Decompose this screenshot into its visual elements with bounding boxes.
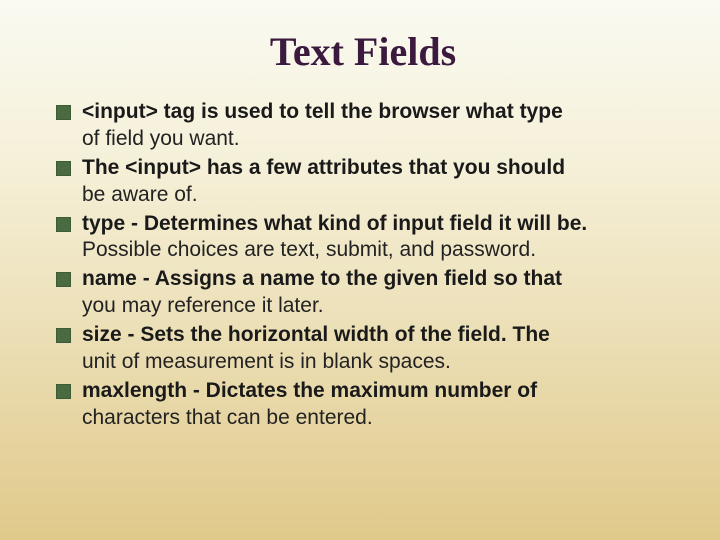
page-title: Text Fields <box>56 28 670 75</box>
bullet-lead: The <input> has a few attributes that yo… <box>82 156 565 179</box>
bullet-rest: be aware of. <box>82 182 670 209</box>
list-item: name - Assigns a name to the given field… <box>56 266 670 320</box>
list-item: <input> tag is used to tell the browser … <box>56 99 670 153</box>
bullet-lead: size - Sets the horizontal width of the … <box>82 323 550 346</box>
bullet-rest: you may reference it later. <box>82 293 670 320</box>
list-item: size - Sets the horizontal width of the … <box>56 322 670 376</box>
bullet-lead: maxlength - Dictates the maximum number … <box>82 379 537 402</box>
bullet-rest: Possible choices are text, submit, and p… <box>82 237 670 264</box>
slide: Text Fields <input> tag is used to tell … <box>0 0 720 540</box>
bullet-lead: name - Assigns a name to the given field… <box>82 267 562 290</box>
bullet-lead: type - Determines what kind of input fie… <box>82 212 587 235</box>
bullet-rest: unit of measurement is in blank spaces. <box>82 349 670 376</box>
bullet-lead: <input> tag is used to tell the browser … <box>82 100 563 123</box>
list-item: The <input> has a few attributes that yo… <box>56 155 670 209</box>
list-item: type - Determines what kind of input fie… <box>56 211 670 265</box>
bullet-rest: of field you want. <box>82 126 670 153</box>
bullet-list: <input> tag is used to tell the browser … <box>56 99 670 432</box>
bullet-rest: characters that can be entered. <box>82 405 670 432</box>
list-item: maxlength - Dictates the maximum number … <box>56 378 670 432</box>
